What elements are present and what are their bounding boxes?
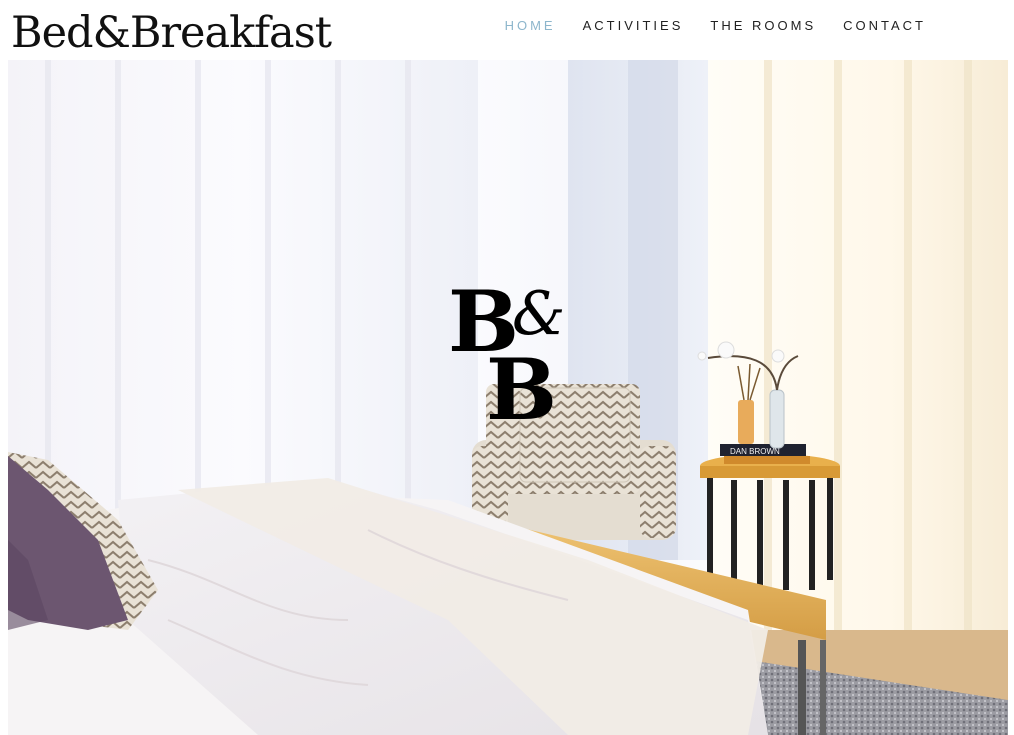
hero-image: DAN BROWN B & B [8, 60, 1008, 735]
nav-contact-link[interactable]: CONTACT [843, 18, 926, 33]
site-header: Bed&Breakfast HOME ACTIVITIES THE ROOMS … [0, 0, 1014, 60]
book-spine-text: DAN BROWN [730, 447, 780, 456]
main-nav: HOME ACTIVITIES THE ROOMS CONTACT [478, 18, 926, 33]
nav-activities-link[interactable]: ACTIVITIES [583, 18, 684, 33]
monogram-ampersand: & [512, 279, 566, 349]
nav-rooms-link[interactable]: THE ROOMS [710, 18, 816, 33]
nav-home-link[interactable]: HOME [505, 18, 556, 33]
monogram-second-letter: B [486, 340, 557, 439]
bb-monogram-logo: B & B [448, 280, 588, 440]
site-logo[interactable]: Bed&Breakfast [11, 4, 332, 62]
